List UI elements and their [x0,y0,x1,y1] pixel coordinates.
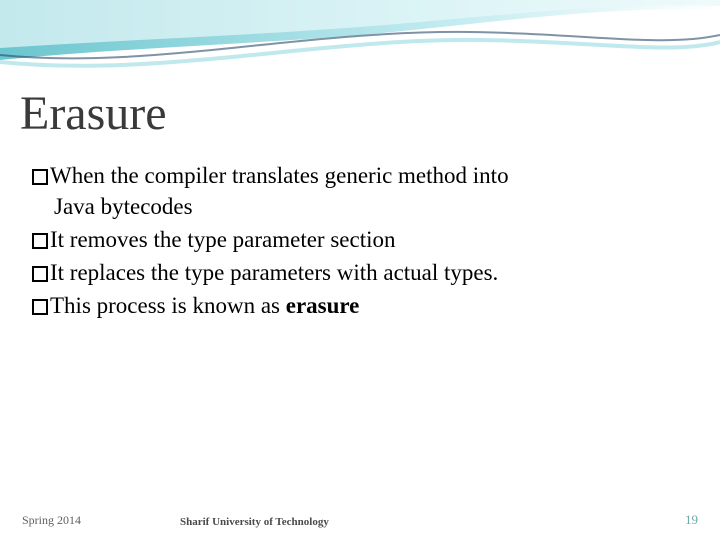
bullet-item: When the compiler translates generic met… [32,160,700,222]
bullet-text: It replaces the type parameters with act… [50,260,498,285]
slide-footer: Spring 2014 Sharif University of Technol… [0,512,720,528]
bullet-list: When the compiler translates generic met… [20,160,700,321]
bullet-item: This process is known as erasure [32,290,700,321]
bullet-item: It removes the type parameter section [32,224,700,255]
bullet-marker-icon [32,169,48,185]
bullet-text: When the compiler translates generic met… [50,163,509,188]
bullet-continuation: Java bytecodes [32,191,700,222]
bullet-marker-icon [32,233,48,249]
footer-date: Spring 2014 [22,513,81,528]
bullet-marker-icon [32,266,48,282]
bullet-text: This process is known as [50,293,286,318]
footer-page-number: 19 [685,512,698,528]
bullet-item: It replaces the type parameters with act… [32,257,700,288]
bullet-bold: erasure [286,293,360,318]
slide-content: Erasure When the compiler translates gen… [0,0,720,321]
bullet-marker-icon [32,299,48,315]
footer-institution: Sharif University of Technology [180,516,329,528]
slide-title: Erasure [20,90,700,138]
bullet-text: It removes the type parameter section [50,227,396,252]
